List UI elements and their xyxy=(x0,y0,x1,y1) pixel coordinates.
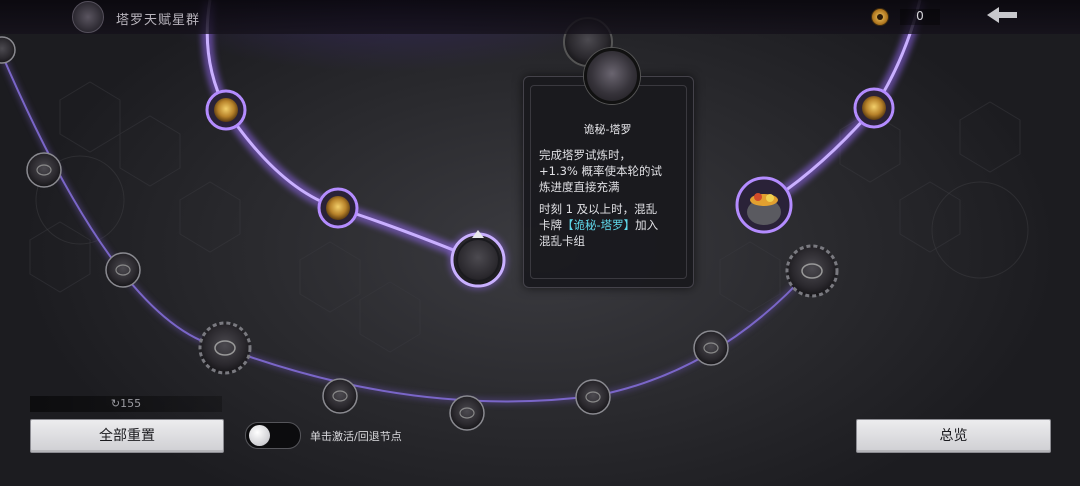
talent-node-outer-major-left[interactable] xyxy=(198,321,252,375)
talent-node-outer-2[interactable] xyxy=(26,152,62,188)
reset-cost-value: 155 xyxy=(120,397,142,410)
talent-node-outer-1[interactable] xyxy=(0,36,16,64)
talent-node-outer-4[interactable] xyxy=(322,378,358,414)
talent-node-cauldron[interactable] xyxy=(735,176,793,234)
tooltip-desc-line: 混乱卡组 xyxy=(539,234,585,248)
talent-node-outer-7[interactable] xyxy=(693,330,729,366)
tooltip-desc-line: 完成塔罗试炼时， xyxy=(539,148,631,162)
page-title: 塔罗天赋星群 xyxy=(116,13,201,28)
talent-node-selected[interactable] xyxy=(448,230,508,290)
tooltip-desc-line: 炼进度直接充满 xyxy=(539,180,620,194)
tooltip-title: 诡秘-塔罗 xyxy=(583,123,632,136)
activate-toggle[interactable] xyxy=(245,422,301,449)
talent-node-active-right-1[interactable] xyxy=(853,87,895,129)
back-button[interactable] xyxy=(982,5,1022,29)
talent-node-active-left-2[interactable] xyxy=(317,187,359,229)
toggle-knob xyxy=(249,425,270,446)
talent-tree-screen: 塔罗天赋星群 0 诡秘-塔罗 完成塔罗试炼时， +1.3% 概率使本轮的试 炼进… xyxy=(0,0,1080,486)
tooltip-desc-line: +1.3% 概率使本轮的试 xyxy=(539,164,663,178)
talent-node-active-left-1[interactable] xyxy=(205,89,247,131)
tooltip-desc-line: 时刻 1 及以上时，混乱 xyxy=(539,202,658,216)
tooltip-desc-line: 卡牌【诡秘-塔罗】加入 xyxy=(539,218,684,233)
card-link[interactable]: 【诡秘-塔罗】 xyxy=(562,218,635,232)
tarot-emblem-icon xyxy=(72,1,104,33)
overview-button[interactable]: 总览 xyxy=(856,419,1051,453)
tooltip-text: 加入 xyxy=(635,218,659,232)
reset-all-button[interactable]: 全部重置 xyxy=(30,419,224,453)
talent-node-outer-6[interactable] xyxy=(575,379,611,415)
back-arrow-icon xyxy=(987,7,1017,23)
toggle-label: 单击激活/回退节点 xyxy=(310,430,402,443)
currency-value: 0 xyxy=(900,9,940,25)
talent-node-outer-major-right[interactable] xyxy=(785,244,839,298)
talent-node-outer-5[interactable] xyxy=(449,395,485,431)
reset-cost-bar: ↻155 xyxy=(30,396,222,412)
tarot-card-icon xyxy=(584,48,640,104)
talent-node-outer-3[interactable] xyxy=(105,252,141,288)
refresh-icon: ↻ xyxy=(110,397,121,410)
coin-icon xyxy=(871,8,889,26)
tooltip-text: 卡牌 xyxy=(539,218,562,232)
